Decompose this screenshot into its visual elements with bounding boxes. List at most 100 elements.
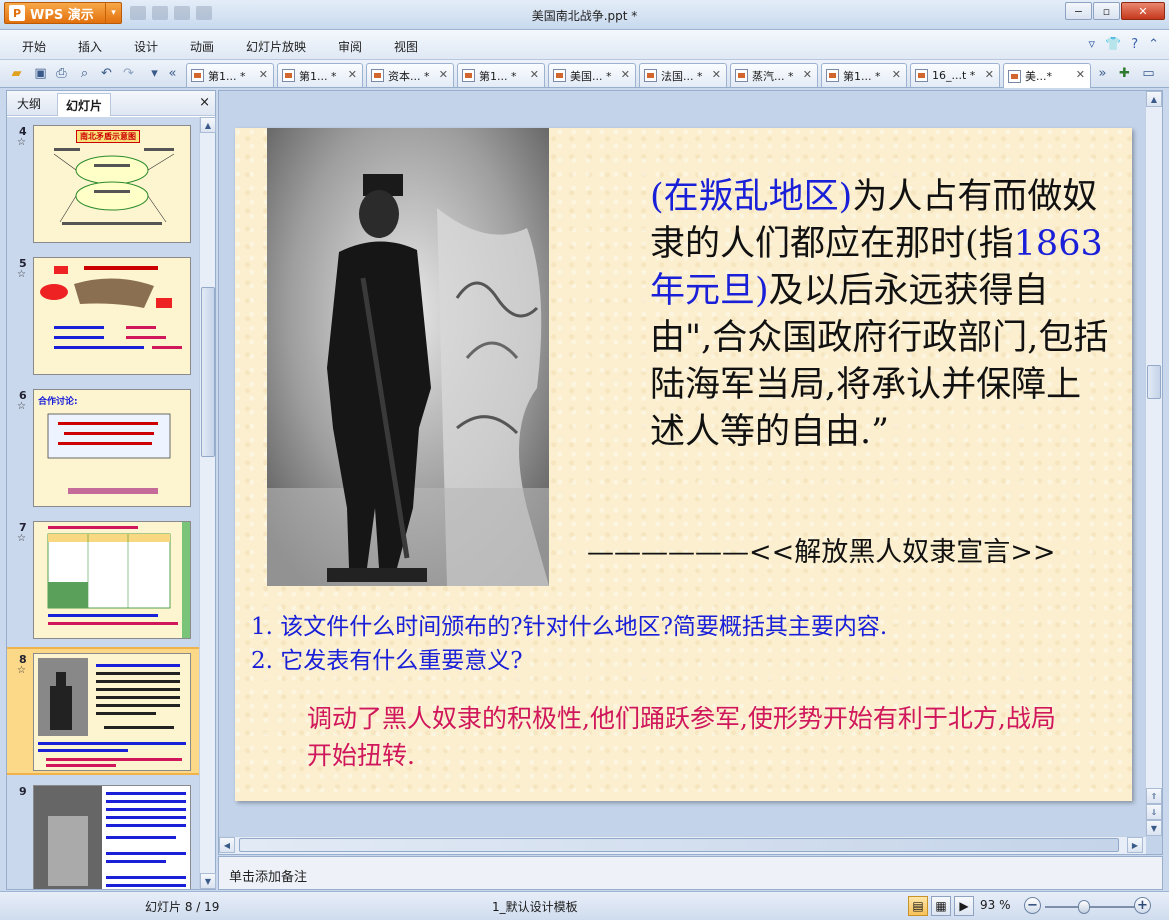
slide-preview [33,521,191,639]
slide-thumbnail-7[interactable]: 7 ☆ [7,519,199,643]
ppt-file-icon [826,69,839,82]
redo-icon[interactable]: ↷ [120,65,137,81]
zoom-in-icon[interactable]: + [1134,897,1151,914]
tab-slides[interactable]: 幻灯片 [57,93,112,116]
slides-panel: 大纲 幻灯片 × 4 ☆ 南北矛盾示意图 5 ☆ 6 ☆ 合作讨论: 7 ☆ 8… [6,90,216,890]
slide-preview [33,653,191,771]
close-tab-icon[interactable]: ✕ [892,68,901,81]
slide-counter: 幻灯片 8 / 19 [145,900,220,914]
zoom-out-icon[interactable]: − [1024,897,1041,914]
close-tab-icon[interactable]: ✕ [1076,68,1085,81]
close-button[interactable]: ✕ [1121,2,1165,20]
animation-star-icon: ☆ [17,665,26,676]
doc-tab[interactable]: 第1... * ✕ [457,63,545,87]
scroll-up-double-icon[interactable]: ⇑ [1146,788,1162,804]
scroll-down-icon[interactable]: ▼ [200,873,216,889]
close-tab-icon[interactable]: ✕ [712,68,721,81]
animation-star-icon: ☆ [17,269,26,280]
print-icon[interactable]: ⎙ [53,65,70,81]
minimize-ribbon-icon[interactable]: ⌃ [1148,37,1159,52]
help-icon[interactable]: ? [1131,37,1138,52]
doc-tab[interactable]: 第1... * ✕ [821,63,907,87]
current-slide[interactable]: (在叛乱地区)为人占有而做奴隶的人们都应在那时(指1863年元旦)及以后永远获得… [235,128,1132,801]
tab-list-icon[interactable]: ▭ [1140,65,1157,81]
menu-slideshow[interactable]: 幻灯片放映 [246,38,306,55]
toolbar-dropdown-icon[interactable]: ▾ [146,65,163,81]
scroll-down-icon[interactable]: ▼ [1146,820,1162,836]
ppt-file-icon [735,69,748,82]
close-tab-icon[interactable]: ✕ [803,68,812,81]
quote-source[interactable]: ——————<<解放黑人奴隶宣言>> [587,530,1056,569]
answer-text[interactable]: 调动了黑人奴隶的积极性,他们踊跃参军,使形势开始有利于北方,战局开始扭转. [307,700,1077,774]
notes-pane[interactable]: 单击添加备注 [218,856,1163,890]
menu-view[interactable]: 视图 [394,38,418,55]
open-folder-icon[interactable]: ▰ [8,65,25,81]
document-title: 美国南北战争.ppt * [531,9,638,23]
scrollbar-thumb[interactable] [1147,365,1161,399]
scrollbar-thumb[interactable] [201,287,215,457]
proclamation-quote[interactable]: (在叛乱地区)为人占有而做奴隶的人们都应在那时(指1863年元旦)及以后永远获得… [650,174,1110,456]
doc-tab[interactable]: 第1... * ✕ [277,63,363,87]
quote-region: (在叛乱地区) [650,177,853,217]
editor-horizontal-scrollbar[interactable]: ◀ ▶ [219,836,1146,854]
menu-design[interactable]: 设计 [134,38,158,55]
question-list[interactable]: 1. 该文件什么时间颁布的?针对什么地区?简要概括其主要内容. 2. 它发表有什… [251,610,887,678]
slideshow-icon[interactable]: ▶ [954,896,974,916]
scroll-up-icon[interactable]: ▲ [200,117,216,133]
doc-tab-label: 第1... * [479,69,517,83]
doc-tab-label: 蒸汽... * [752,69,794,83]
undo-icon[interactable]: ↶ [98,65,115,81]
menu-animation[interactable]: 动画 [190,38,214,55]
soldier-photo-image [267,128,549,586]
close-tab-icon[interactable]: ✕ [621,68,630,81]
close-tab-icon[interactable]: ✕ [530,68,539,81]
scroll-left-icon[interactable]: ◀ [219,837,235,853]
close-tab-icon[interactable]: ✕ [348,68,357,81]
menu-home[interactable]: 开始 [22,38,46,55]
tabs-scroll-right-icon[interactable]: » [1094,65,1111,81]
scroll-down-double-icon[interactable]: ⇓ [1146,804,1162,820]
restore-button[interactable]: ▫ [1093,2,1120,20]
close-tab-icon[interactable]: ✕ [259,68,268,81]
status-bar: 幻灯片 8 / 19 1_默认设计模板 ▤ ▦ ▶ 93 % − + [0,891,1169,920]
tab-outline[interactable]: 大纲 [17,95,41,112]
scroll-right-icon[interactable]: ▶ [1127,837,1143,853]
close-tab-icon[interactable]: ✕ [985,68,994,81]
doc-tab-active[interactable]: 美...* ✕ [1003,63,1091,88]
slide-thumbnail-6[interactable]: 6 ☆ 合作讨论: [7,387,199,511]
normal-view-icon[interactable]: ▤ [908,896,928,916]
menu-review[interactable]: 审阅 [338,38,362,55]
doc-tab[interactable]: 16_...t * ✕ [910,63,1000,87]
editor-vertical-scrollbar[interactable]: ▲ ⇑ ⇓ ▼ [1145,91,1162,836]
doc-tab[interactable]: 第1... * ✕ [186,63,274,87]
zoom-slider-knob[interactable] [1078,900,1091,914]
slide-thumbnail-4[interactable]: 4 ☆ 南北矛盾示意图 [7,123,199,247]
doc-tab[interactable]: 法国... * ✕ [639,63,727,87]
slide-thumbnail-9[interactable]: 9 [7,783,199,889]
new-tab-icon[interactable]: ✚ [1116,65,1133,81]
notes-placeholder[interactable]: 单击添加备注 [229,866,307,885]
slide-thumbnail-list[interactable]: 4 ☆ 南北矛盾示意图 5 ☆ 6 ☆ 合作讨论: 7 ☆ 8 ☆ 9 [7,117,199,889]
save-icon[interactable]: ▣ [32,65,49,81]
slide-preview: 合作讨论: [33,389,191,507]
skin-icon[interactable]: 👕 [1105,37,1121,52]
slide-thumbnail-5[interactable]: 5 ☆ [7,255,199,379]
doc-tab-label: 美...* [1025,70,1052,83]
tabs-scroll-left-icon[interactable]: « [164,65,181,81]
soldier-photo[interactable] [267,128,549,586]
thumbnail-scrollbar[interactable]: ▲ ▼ [199,117,216,889]
doc-tab[interactable]: 美国... * ✕ [548,63,636,87]
close-tab-icon[interactable]: ✕ [439,68,448,81]
doc-tab-label: 美国... * [570,69,612,83]
scrollbar-thumb[interactable] [239,838,1119,852]
scroll-up-icon[interactable]: ▲ [1146,91,1162,107]
print-preview-icon[interactable]: ⌕ [76,65,93,81]
slide-sorter-icon[interactable]: ▦ [931,896,951,916]
doc-tab[interactable]: 资本... * ✕ [366,63,454,87]
slide-thumbnail-8[interactable]: 8 ☆ [7,647,199,775]
minimize-button[interactable]: − [1065,2,1092,20]
menu-insert[interactable]: 插入 [78,38,102,55]
doc-tab[interactable]: 蒸汽... * ✕ [730,63,818,87]
chevron-down-icon[interactable]: ▿ [1088,37,1095,52]
close-panel-icon[interactable]: × [199,95,210,110]
